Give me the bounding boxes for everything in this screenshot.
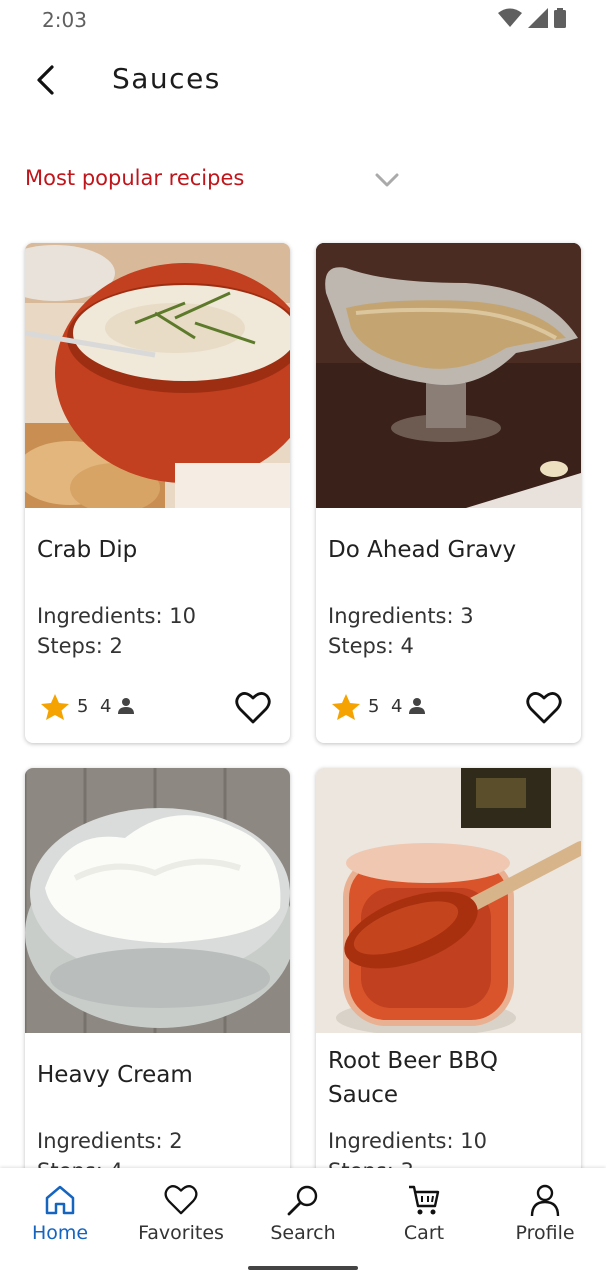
recipe-photo xyxy=(316,768,581,1033)
recipe-photo xyxy=(316,243,581,508)
status-icons xyxy=(498,8,566,28)
recipe-footer: 5 4 xyxy=(328,691,569,725)
rating-count: 4 xyxy=(100,696,112,717)
back-button[interactable] xyxy=(24,58,68,102)
search-icon xyxy=(287,1185,318,1216)
sort-label: Most popular recipes xyxy=(25,166,245,190)
nav-label: Cart xyxy=(403,1222,445,1244)
recipe-steps: Steps: 4 xyxy=(328,634,414,658)
heart-icon xyxy=(164,1185,198,1215)
person-icon xyxy=(409,698,425,714)
home-indicator xyxy=(248,1266,358,1270)
back-arrow-icon xyxy=(37,65,54,95)
recipe-card[interactable]: Crab Dip Ingredients: 10 Steps: 2 5 4 xyxy=(25,243,290,743)
recipe-steps: Steps: 2 xyxy=(37,634,123,658)
nav-cart[interactable]: Cart xyxy=(369,1182,479,1252)
status-time: 2:03 xyxy=(42,8,87,32)
recipe-name: Do Ahead Gravy xyxy=(328,537,517,563)
person-icon xyxy=(118,698,134,714)
nav-label: Search xyxy=(270,1222,336,1244)
nav-label: Profile xyxy=(515,1222,575,1244)
recipe-footer: 5 4 xyxy=(37,691,278,725)
sort-dropdown[interactable]: Most popular recipes xyxy=(0,156,606,204)
cart-icon xyxy=(409,1185,440,1215)
favorite-button[interactable] xyxy=(235,691,271,725)
rating-count: 4 xyxy=(391,696,403,717)
bottom-navigation: Home Favorites Search Cart Profile xyxy=(0,1168,606,1280)
nav-label: Favorites xyxy=(138,1222,224,1244)
star-icon xyxy=(41,694,69,720)
rating-value: 5 xyxy=(77,696,89,717)
nav-label: Home xyxy=(31,1222,89,1244)
favorite-button[interactable] xyxy=(526,691,562,725)
recipe-name: Heavy Cream xyxy=(37,1062,193,1088)
recipe-ingredients: Ingredients: 2 xyxy=(37,1129,183,1153)
heart-icon xyxy=(526,692,562,724)
recipe-photo xyxy=(25,768,290,1033)
nav-profile[interactable]: Profile xyxy=(490,1182,600,1252)
nav-search[interactable]: Search xyxy=(248,1182,358,1252)
wifi-icon xyxy=(498,8,522,27)
nav-favorites[interactable]: Favorites xyxy=(126,1182,236,1252)
nav-home[interactable]: Home xyxy=(5,1182,115,1252)
recipe-photo xyxy=(25,243,290,508)
recipe-ingredients: Ingredients: 10 xyxy=(37,604,196,628)
recipe-name: Root Beer BBQ Sauce xyxy=(328,1048,498,1108)
home-icon xyxy=(45,1185,75,1215)
rating-value: 5 xyxy=(368,696,380,717)
star-icon xyxy=(332,694,360,720)
page-title: Sauces xyxy=(112,62,221,95)
heart-icon xyxy=(235,692,271,724)
recipe-card[interactable]: Do Ahead Gravy Ingredients: 3 Steps: 4 5… xyxy=(316,243,581,743)
battery-icon xyxy=(554,8,566,28)
recipe-ingredients: Ingredients: 10 xyxy=(328,1129,487,1153)
recipe-name: Crab Dip xyxy=(37,537,138,563)
app-bar: Sauces xyxy=(0,50,606,110)
chevron-down-icon[interactable] xyxy=(372,166,402,194)
profile-icon xyxy=(530,1184,560,1217)
status-bar: 2:03 xyxy=(0,0,606,40)
recipe-ingredients: Ingredients: 3 xyxy=(328,604,474,628)
signal-icon xyxy=(528,8,548,28)
